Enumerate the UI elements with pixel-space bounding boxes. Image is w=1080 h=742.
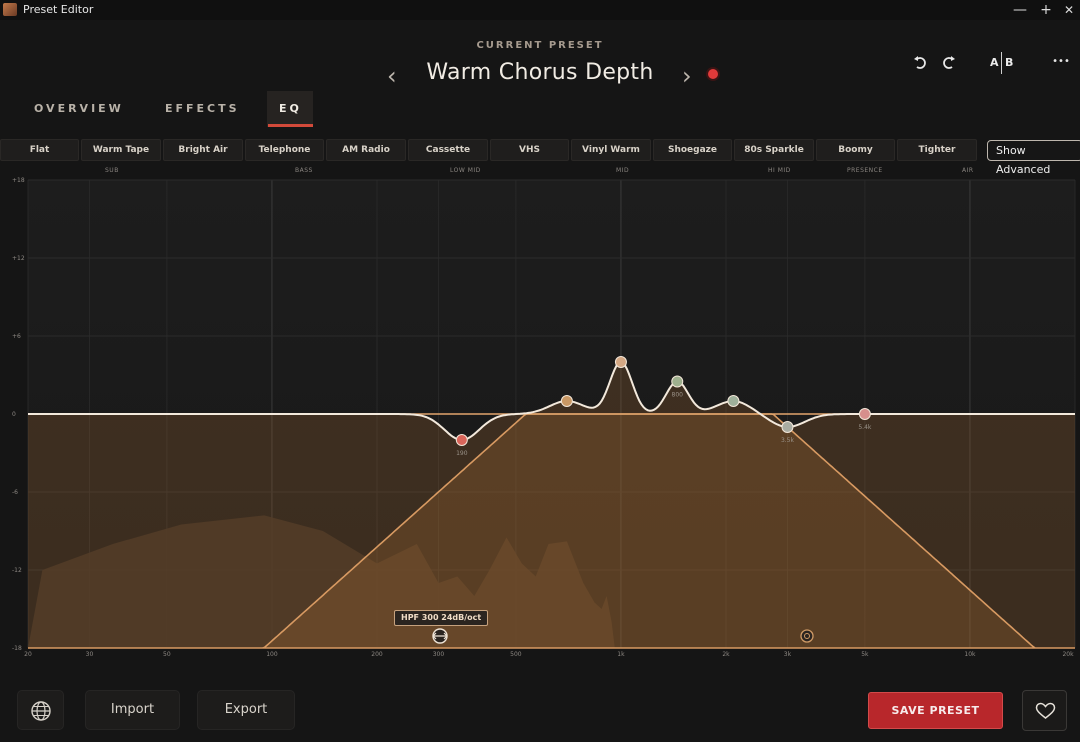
- tab-eq[interactable]: EQ: [279, 102, 302, 115]
- preset-chip-bar: Flat Warm Tape Bright Air Telephone AM R…: [0, 139, 1080, 161]
- eq-node-handle[interactable]: [727, 395, 740, 407]
- title-bar: Preset Editor — + ✕: [0, 0, 1080, 20]
- band-label-hi-mid: HI MID: [768, 167, 791, 174]
- y-tick-label: 0: [12, 411, 16, 418]
- import-button[interactable]: Import: [85, 690, 180, 730]
- x-tick-label: 1k: [617, 651, 625, 658]
- hpf-handle[interactable]: [432, 628, 448, 644]
- preset-chip-vhs[interactable]: VHS: [490, 139, 569, 161]
- x-tick-label: 20: [24, 651, 32, 658]
- preset-chip-tighter[interactable]: Tighter: [897, 139, 977, 161]
- x-tick-label: 200: [371, 651, 383, 658]
- eq-node-label: 5.4k: [858, 424, 872, 431]
- preset-chip-flat[interactable]: Flat: [0, 139, 79, 161]
- preset-chip-boomy[interactable]: Boomy: [816, 139, 895, 161]
- eq-node-label: 800: [672, 392, 684, 399]
- preset-chip-telephone[interactable]: Telephone: [245, 139, 324, 161]
- x-tick-label: 30: [86, 651, 94, 658]
- x-axis-labels: 20 30 50 100 200 300 500 1k 2k 3k 5k 10k 20k: [24, 651, 1074, 658]
- band-label-low-mid: LOW MID: [450, 167, 481, 174]
- x-tick-label: 5k: [861, 651, 869, 658]
- eq-node-handle[interactable]: [781, 421, 794, 433]
- y-tick-label: -12: [12, 567, 22, 574]
- eq-node-label: 190: [456, 450, 468, 457]
- export-button[interactable]: Export: [197, 690, 295, 730]
- record-indicator[interactable]: [708, 69, 718, 79]
- save-preset-button[interactable]: SAVE PRESET: [868, 692, 1003, 729]
- minimize-button[interactable]: —: [1010, 1, 1030, 19]
- band-label-mid: MID: [616, 167, 630, 174]
- y-tick-label: -6: [12, 489, 18, 496]
- y-tick-label: +6: [12, 333, 21, 340]
- ab-divider: [1001, 52, 1002, 74]
- window-title: Preset Editor: [23, 3, 94, 16]
- more-options-icon[interactable]: •••: [1051, 53, 1071, 71]
- preset-chip-bright-air[interactable]: Bright Air: [163, 139, 243, 161]
- x-tick-label: 3k: [784, 651, 792, 658]
- x-tick-label: 20k: [1062, 651, 1074, 658]
- preset-chip-am-radio[interactable]: AM Radio: [326, 139, 406, 161]
- y-tick-label: +12: [12, 255, 25, 262]
- eq-node-handle[interactable]: [671, 375, 684, 388]
- band-label-bass: BASS: [295, 167, 313, 174]
- show-advanced-button[interactable]: Show Advanced: [987, 140, 1080, 176]
- tab-overview[interactable]: OVERVIEW: [34, 102, 124, 115]
- x-tick-label: 10k: [964, 651, 976, 658]
- eq-node[interactable]: [614, 356, 627, 368]
- next-preset-button[interactable]: ›: [682, 62, 692, 90]
- heart-icon: [1035, 702, 1056, 719]
- x-tick-label: 50: [163, 651, 171, 658]
- eq-graph[interactable]: +18 +12 +6 0 -6 -12 -18 20 30 50 100 200 300 500 1k 2k…: [0, 176, 1080, 660]
- y-tick-label: -18: [12, 645, 22, 652]
- tab-effects[interactable]: EFFECTS: [165, 102, 240, 115]
- ab-a-label: A: [990, 56, 999, 69]
- undo-icon[interactable]: [911, 54, 929, 72]
- globe-icon: [30, 701, 51, 721]
- preset-chip-80s-sparkle[interactable]: 80s Sparkle: [734, 139, 814, 161]
- globe-button[interactable]: [17, 690, 64, 730]
- preset-chip-vinyl-warm[interactable]: Vinyl Warm: [571, 139, 651, 161]
- favorite-button[interactable]: [1022, 690, 1067, 731]
- app-icon: [3, 3, 17, 16]
- band-label-presence: PRESENCE: [847, 167, 883, 174]
- y-axis-labels: +18 +12 +6 0 -6 -12 -18: [12, 177, 25, 652]
- eq-node-handle[interactable]: [560, 395, 573, 407]
- x-tick-label: 500: [510, 651, 522, 658]
- eq-node-handle[interactable]: [858, 408, 871, 420]
- maximize-button[interactable]: +: [1036, 1, 1056, 19]
- x-tick-label: 100: [266, 651, 278, 658]
- preset-chip-cassette[interactable]: Cassette: [408, 139, 488, 161]
- x-tick-label: 300: [433, 651, 445, 658]
- eq-node[interactable]: [727, 395, 740, 407]
- eq-node-label: 3.5k: [781, 437, 795, 444]
- band-label-sub: SUB: [105, 167, 119, 174]
- eq-node-handle[interactable]: [455, 434, 468, 446]
- preset-chip-warm-tape[interactable]: Warm Tape: [81, 139, 161, 161]
- hpf-tooltip: HPF 300 24dB/oct: [394, 610, 489, 626]
- eq-node[interactable]: [560, 395, 573, 407]
- current-preset-label: CURRENT PRESET: [476, 40, 604, 51]
- ab-b-label: B: [1005, 56, 1014, 69]
- tab-active-underline: [268, 124, 313, 127]
- x-tick-label: 2k: [722, 651, 730, 658]
- preset-editor-window: Preset Editor — + ✕ CURRENT PRESET ‹ War…: [0, 0, 1080, 742]
- y-tick-label: +18: [12, 177, 25, 184]
- lpf-handle-icon[interactable]: [800, 629, 814, 643]
- close-button[interactable]: ✕: [1059, 1, 1079, 19]
- band-label-air: AIR: [962, 167, 974, 174]
- redo-icon[interactable]: [940, 54, 958, 72]
- preset-chip-shoegaze[interactable]: Shoegaze: [653, 139, 732, 161]
- eq-node-handle[interactable]: [614, 356, 627, 368]
